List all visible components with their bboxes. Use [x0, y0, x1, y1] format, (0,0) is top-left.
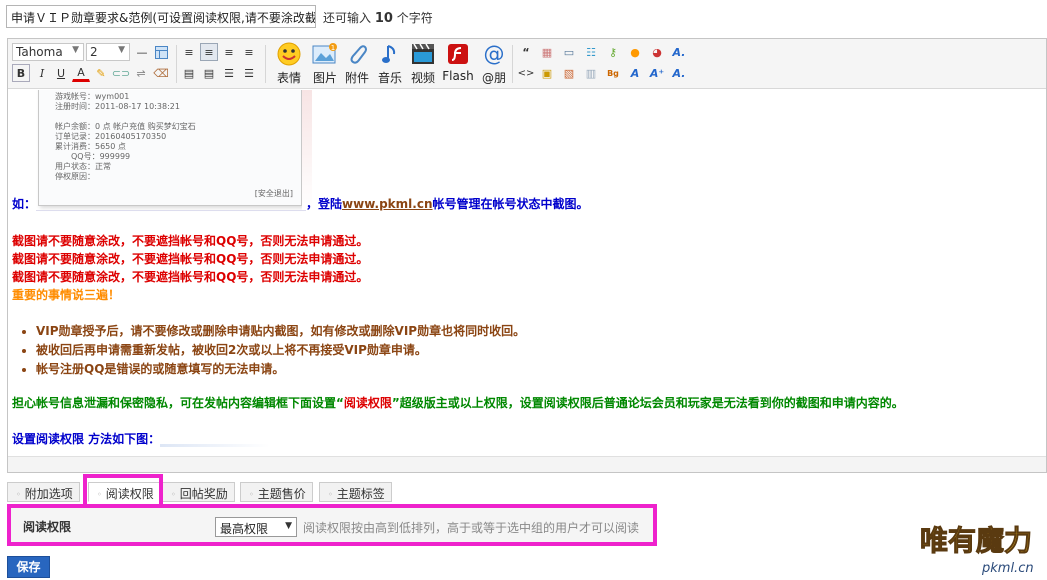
at-icon: @	[481, 42, 507, 66]
tab-highlight-box	[83, 474, 163, 508]
clear-format-icon[interactable]: ⌫	[152, 64, 170, 82]
quote-icon[interactable]: “	[517, 43, 535, 61]
read-permission-hint: 阅读权限按由高到低排列，高于或等于选中组的用户才可以阅读	[303, 521, 640, 535]
svg-text:@: @	[484, 42, 505, 66]
underline-icon[interactable]: U	[52, 64, 70, 82]
italic-icon[interactable]: I	[33, 64, 51, 82]
tab-topic-price[interactable]: ◦ 主题售价	[240, 482, 313, 502]
unlink-icon[interactable]: ⇌	[132, 64, 150, 82]
rules-list: VIP勋章授予后，请不要修改或删除申请贴内截图，如有修改或删除VIP勋章也将同时…	[20, 322, 525, 379]
site-logo-watermark: 唯有魔力 pkml.cn	[918, 500, 1044, 577]
image-button[interactable]: 1 图片	[307, 42, 343, 86]
read-permission-label: 阅读权限	[23, 520, 72, 534]
link-icon[interactable]: ⊂⊃	[112, 64, 130, 82]
index-icon[interactable]: ☷	[582, 43, 600, 61]
editor-content[interactable]: 游戏帐号：wym001 注册时间：2011-08-17 10:38:21 帐户余…	[8, 90, 1046, 472]
svg-text:1: 1	[331, 44, 335, 52]
font-size-select[interactable]: 2 ▼	[86, 43, 130, 61]
mention-button[interactable]: @ @朋	[476, 42, 512, 86]
page-break-icon[interactable]: ▥	[582, 64, 600, 82]
char-count-number: 10	[374, 11, 393, 26]
font-style-icon[interactable]: A	[626, 64, 644, 82]
warning-line: 截图请不要随意涂改，不要遮挡帐号和QQ号，否则无法申请通过。	[12, 252, 369, 266]
align-right-icon[interactable]: ≡	[240, 43, 258, 61]
align-center-icon[interactable]: ≡	[200, 43, 218, 61]
subscript-icon[interactable]: A.	[670, 64, 688, 82]
list-item: VIP勋章授予后，请不要修改或删除申请贴内截图，如有修改或删除VIP勋章也将同时…	[36, 322, 525, 341]
warning-line: 截图请不要随意涂改，不要遮挡帐号和QQ号，否则无法申请通过。	[12, 234, 369, 248]
horizontal-rule-icon[interactable]: —	[133, 43, 151, 61]
music-icon	[377, 42, 403, 66]
chevron-down-icon: ▼	[72, 45, 79, 55]
video-icon	[410, 42, 436, 66]
read-permission-select[interactable]: 最高权限 ▼	[215, 517, 297, 537]
bold-icon[interactable]: B	[12, 64, 30, 82]
align-justify-icon[interactable]: ≡	[220, 43, 238, 61]
hide-content-icon[interactable]: ▦	[538, 43, 556, 61]
attachment-button[interactable]: 附件	[339, 42, 375, 86]
flash-button[interactable]: Flash	[440, 42, 476, 86]
bubble-icon[interactable]: ●	[626, 43, 644, 61]
video-button[interactable]: 视频	[405, 42, 441, 86]
chevron-down-icon: ▼	[285, 521, 292, 531]
unordered-list-icon[interactable]: ☰	[240, 64, 258, 82]
tab-reply-reward[interactable]: ◦ 回帖奖励	[162, 482, 235, 502]
tab-extra-options[interactable]: ◦ 附加选项	[7, 482, 80, 502]
emoji-button[interactable]: 表情	[271, 42, 307, 86]
read-permission-panel: 阅读权限 最高权限 ▼ 阅读权限按由高到低排列，高于或等于选中组的用户才可以阅读	[7, 504, 657, 546]
editor-resize-handle[interactable]	[8, 456, 1046, 472]
svg-text:pkml.cn: pkml.cn	[981, 561, 1034, 576]
char-count: 还可输入 10 个字符	[323, 11, 433, 26]
float-right-icon[interactable]: ▤	[200, 64, 218, 82]
free-content-icon[interactable]: ▭	[560, 43, 578, 61]
list-item: 帐号注册QQ是错误的或随意填写的无法申请。	[36, 360, 525, 379]
text-effect-icon[interactable]: A.	[670, 43, 688, 61]
rich-text-editor: Tahoma ▼ 2 ▼ — B I U A ✎ ⊂⊃ ⇌ ⌫ ≡ ≡ ≡ ≡ ▤ …	[7, 38, 1047, 473]
important-line: 重要的事情说三遍！	[12, 288, 121, 302]
pkml-link[interactable]: www.pkml.cn	[342, 197, 432, 211]
editor-toolbar: Tahoma ▼ 2 ▼ — B I U A ✎ ⊂⊃ ⇌ ⌫ ≡ ≡ ≡ ≡ ▤ …	[8, 39, 1046, 89]
example-line: 如： ，登陆www.pkml.cn帐号管理在帐号状态中截图。	[12, 197, 589, 211]
tab-topic-tags[interactable]: ◦ 主题标签	[319, 482, 392, 502]
post-editor-page: 申请ＶＩＰ勋章要求&范例(可设置阅读权限,请不要涂改截 还可输入 10 个字符 …	[0, 0, 1047, 580]
warning-line: 截图请不要随意涂改，不要遮挡帐号和QQ号，否则无法申请通过。	[12, 270, 369, 284]
account-screenshot: 游戏帐号：wym001 注册时间：2011-08-17 10:38:21 帐户余…	[38, 90, 302, 206]
svg-text:唯有魔力: 唯有魔力	[920, 524, 1032, 557]
background-color-icon[interactable]: Bg	[604, 64, 622, 82]
chevron-down-icon: ▼	[118, 45, 125, 55]
ordered-list-icon[interactable]: ☰	[220, 64, 238, 82]
font-color-icon[interactable]: A	[72, 64, 90, 82]
highlight-icon[interactable]: ✎	[92, 64, 110, 82]
font-family-select[interactable]: Tahoma ▼	[12, 43, 84, 61]
password-icon[interactable]: ⚷	[604, 43, 622, 61]
save-button[interactable]: 保存	[7, 556, 50, 578]
flash-icon	[445, 42, 471, 66]
privacy-line: 担心帐号信息泄漏和保密隐私，可在发帖内容编辑框下面设置“阅读权限”超级版主或以上…	[12, 396, 904, 410]
image-icon: 1	[312, 42, 338, 66]
align-left-icon[interactable]: ≡	[180, 43, 198, 61]
music-button[interactable]: 音乐	[372, 42, 408, 86]
smiley-icon	[276, 42, 302, 66]
code-icon[interactable]: <>	[517, 64, 535, 82]
penguin-icon[interactable]: ◕	[648, 43, 666, 61]
image-frame-icon[interactable]: ▧	[560, 64, 578, 82]
title-input[interactable]: 申请ＶＩＰ勋章要求&范例(可设置阅读权限,请不要涂改截	[6, 5, 316, 28]
lock-icon[interactable]: ▣	[538, 64, 556, 82]
method-line: 设置阅读权限 方法如下图：	[12, 430, 271, 447]
paperclip-icon	[344, 42, 370, 66]
superscript-icon[interactable]: A⁺	[648, 64, 666, 82]
list-item: 被收回后再申请需重新发帖，被收回2次或以上将不再接受VIP勋章申请。	[36, 341, 525, 360]
title-row: 申请ＶＩＰ勋章要求&范例(可设置阅读权限,请不要涂改截 还可输入 10 个字符	[0, 0, 1047, 38]
float-left-icon[interactable]: ▤	[180, 64, 198, 82]
table-icon[interactable]	[152, 43, 170, 61]
